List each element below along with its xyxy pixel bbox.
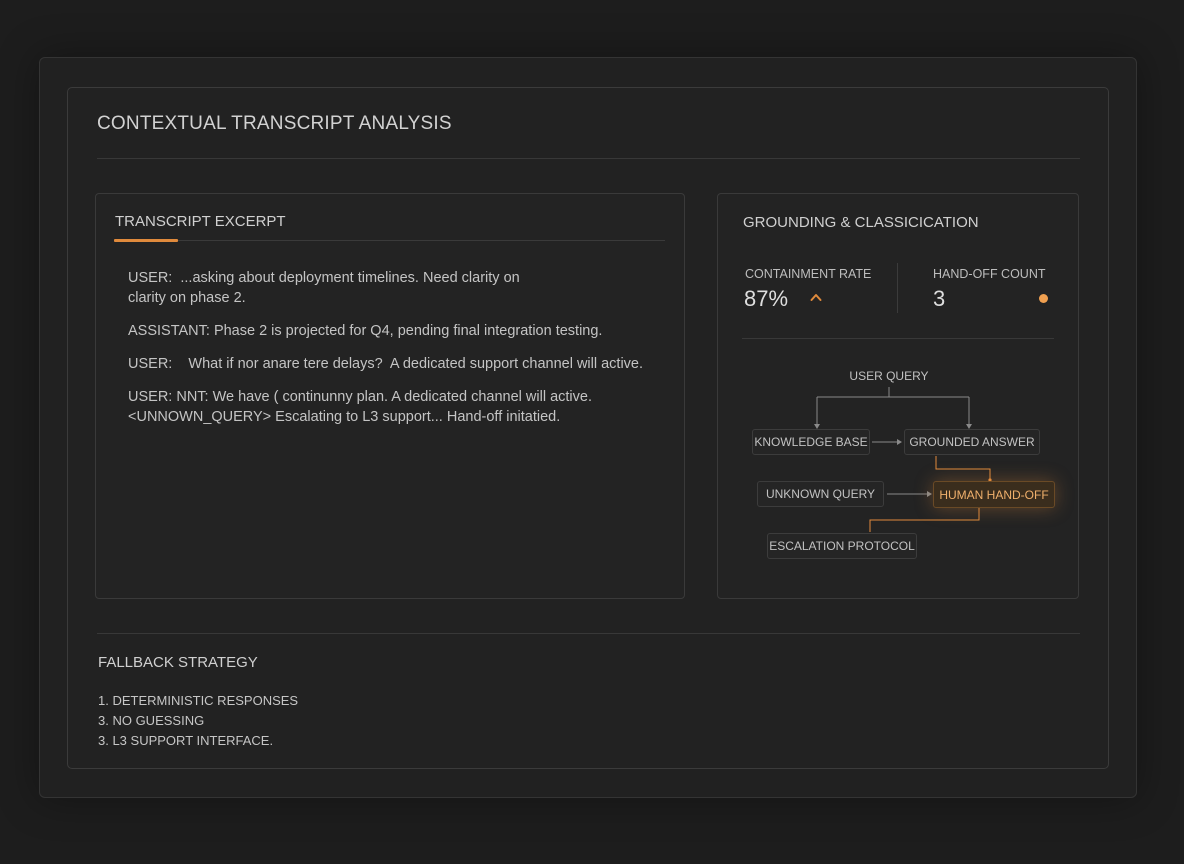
metric-divider bbox=[897, 263, 898, 313]
flow-node-unknown-query: UNKNOWN QUERY bbox=[757, 481, 884, 507]
flow-node-knowledge-base: KNOWLEDGE BASE bbox=[752, 429, 870, 455]
page-title: CONTEXTUAL TRANSCRIPT ANALYSIS bbox=[97, 113, 452, 134]
containment-rate-label: CONTAINMENT RATE bbox=[745, 267, 872, 281]
flow-node-user-query: USER QUERY bbox=[849, 369, 929, 383]
transcript-heading-divider bbox=[114, 240, 665, 241]
transcript-line: USER: NNT: We have ( continunny plan. A … bbox=[128, 389, 592, 405]
fallback-item: 3. NO GUESSING bbox=[98, 713, 205, 728]
grounding-heading: GROUNDING & CLASSICICATION bbox=[743, 214, 979, 231]
handoff-count-label: HAND-OFF COUNT bbox=[933, 267, 1046, 281]
fallback-item: 1. DETERMINISTIC RESPONSES bbox=[98, 693, 299, 708]
chevron-up-icon bbox=[810, 294, 822, 301]
transcript-heading-accent bbox=[114, 239, 178, 242]
fallback-divider bbox=[97, 633, 1080, 634]
handoff-count-value: 3 bbox=[933, 286, 946, 311]
flow-node-escalation-protocol: ESCALATION PROTOCOL bbox=[767, 533, 917, 559]
transcript-heading: TRANSCRIPT EXCERPT bbox=[115, 213, 286, 230]
transcript-line: USER: ...asking about deployment timelin… bbox=[128, 270, 520, 286]
flow-node-human-handoff: HUMAN HAND-OFF bbox=[933, 481, 1055, 508]
transcript-line: ASSISTANT: Phase 2 is projected for Q4, … bbox=[128, 323, 603, 339]
fallback-heading: FALLBACK STRATEGY bbox=[98, 654, 258, 671]
status-dot-icon bbox=[1039, 294, 1048, 303]
transcript-line: USER: What if nor anare tere delays? A d… bbox=[128, 356, 644, 372]
metrics-divider bbox=[742, 338, 1054, 339]
transcript-line: clarity on phase 2. bbox=[128, 290, 246, 306]
containment-rate-value: 87% bbox=[744, 286, 789, 311]
title-divider bbox=[97, 158, 1080, 159]
flow-node-grounded-answer: GROUNDED ANSWER bbox=[904, 429, 1040, 455]
transcript-line: <UNNOWN_QUERY> Escalating to L3 support.… bbox=[128, 409, 561, 425]
fallback-item: 3. L3 SUPPORT INTERFACE. bbox=[98, 733, 274, 748]
